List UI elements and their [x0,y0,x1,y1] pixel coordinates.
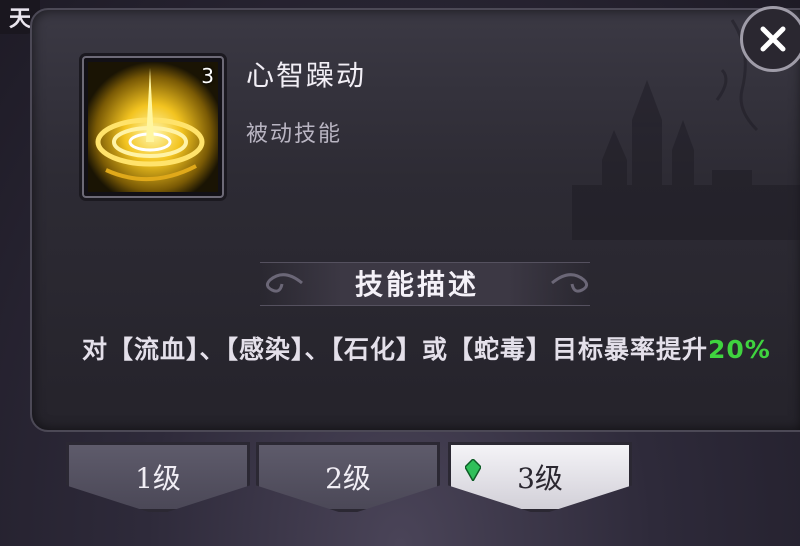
description-header: 技能描述 [32,250,800,316]
right-ornament-icon [551,273,589,293]
skill-detail-panel: 3 心智躁动 被动技能 技能描述 对【流血】、【感染】、【石化】或【蛇毒】目标暴… [30,8,800,432]
level-tab-label: 1级 [135,462,181,495]
level-tab-3[interactable]: 3级 [448,442,632,512]
description-text: 对【流血】、【感染】、【石化】或【蛇毒】目标暴率提升20% [82,330,772,370]
level-tab-1[interactable]: 1级 [66,442,250,512]
level-tab-label: 2级 [325,462,371,495]
description-main: 对【流血】、【感染】、【石化】或【蛇毒】目标暴率提升 [82,335,709,364]
close-icon [760,26,786,52]
skill-level-badge: 3 [201,64,214,88]
close-button[interactable] [740,6,800,72]
skill-name: 心智躁动 [246,59,367,92]
golden-vortex-icon [88,62,218,192]
description-highlight-value: 20% [708,335,771,364]
green-gem-icon [465,459,481,481]
level-tab-2[interactable]: 2级 [256,442,440,512]
skill-icon-frame: 3 [82,56,224,198]
description-title: 技能描述 [354,268,479,301]
level-tab-label: 3级 [517,462,563,495]
skill-type: 被动技能 [246,122,343,147]
left-ornament-icon [265,273,303,293]
